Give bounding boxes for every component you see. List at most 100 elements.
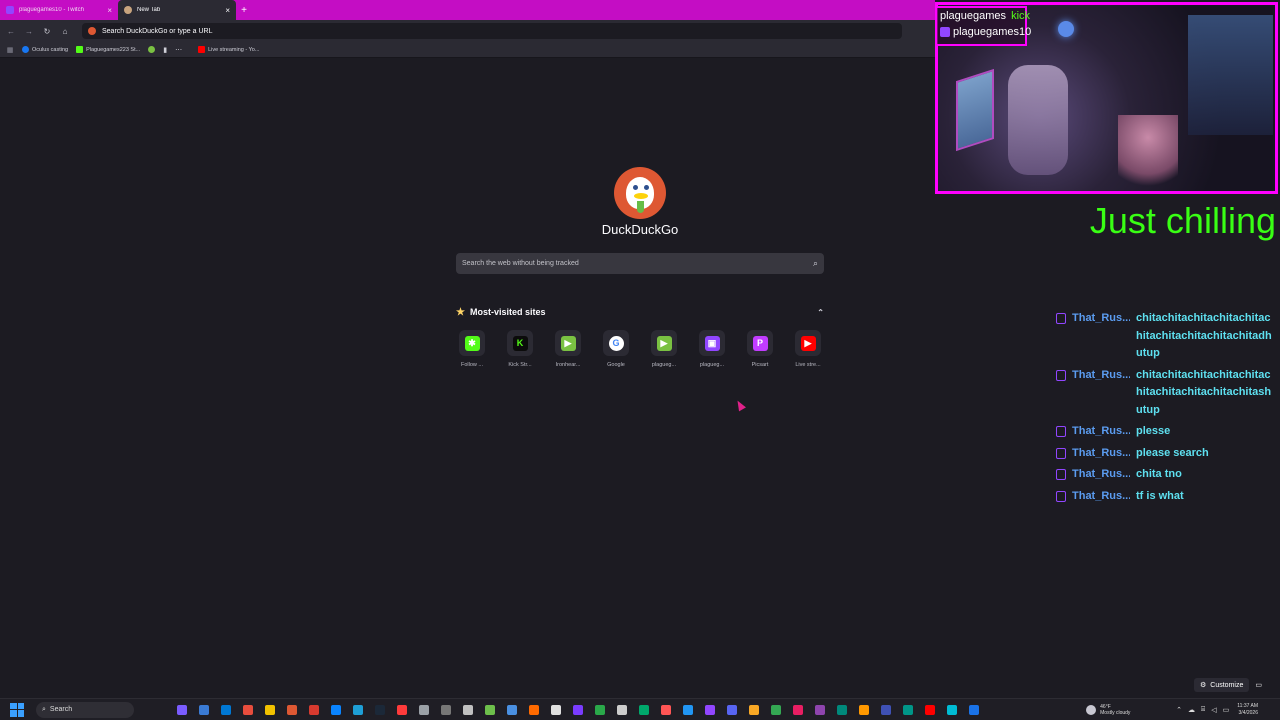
bookmark-kick[interactable]: Plaguegames223 St...	[76, 46, 140, 53]
taskbar-app-icon[interactable]	[878, 703, 894, 717]
site-tile[interactable]: ▶	[651, 330, 677, 356]
taskbar-app-icon[interactable]	[284, 703, 300, 717]
taskbar-app-icon[interactable]	[526, 703, 542, 717]
taskbar-search[interactable]: ⌕ Search	[36, 701, 134, 718]
bookmark-mic[interactable]: ▮	[163, 46, 167, 54]
reload-icon[interactable]: ↻	[40, 24, 54, 38]
forward-arrow-icon[interactable]: →	[22, 24, 36, 38]
stream-status-text: Just chilling	[1089, 200, 1276, 241]
battery-icon[interactable]: ▭	[1223, 706, 1230, 714]
bookmark-more[interactable]: ⋯	[175, 46, 182, 54]
tab-twitch[interactable]: plaguegames10 - Twitch ×	[0, 0, 118, 20]
most-visited-site[interactable]: ✱ Follow ...	[456, 330, 488, 368]
taskbar-app-icon[interactable]	[658, 703, 674, 717]
twitch-icon	[1056, 490, 1066, 502]
customize-label: Customize	[1210, 681, 1244, 689]
taskbar-app-icon[interactable]	[218, 703, 234, 717]
most-visited-site[interactable]: G Google	[600, 330, 632, 368]
most-visited-site[interactable]: ▶ Live stre...	[792, 330, 824, 368]
play-icon	[148, 46, 156, 53]
taskbar-app-icon[interactable]	[262, 703, 278, 717]
weather-desc: Mostly cloudy	[1100, 709, 1131, 716]
bookmark-youtube[interactable]: Live streaming - Yo...	[198, 46, 259, 53]
taskbar-app-icon[interactable]	[790, 703, 806, 717]
twitch-icon	[1056, 469, 1066, 480]
star-icon: ★	[456, 306, 465, 318]
bookmark-play[interactable]	[148, 46, 156, 53]
apps-grid-icon[interactable]: ▦	[6, 46, 14, 54]
taskbar-app-icon[interactable]	[834, 703, 850, 717]
taskbar-app-icon[interactable]	[856, 703, 872, 717]
new-tab-button[interactable]: +	[236, 0, 252, 20]
network-icon[interactable]: ⌸	[1201, 706, 1205, 714]
taskbar-app-icon[interactable]	[614, 703, 630, 717]
most-visited-site[interactable]: ▣ plagueg...	[696, 330, 728, 368]
site-tile[interactable]: G	[603, 330, 629, 356]
taskbar-app-icon[interactable]	[504, 703, 520, 717]
site-label: Google	[607, 362, 625, 368]
chevron-up-icon[interactable]: ⌃	[1176, 706, 1182, 714]
site-tile[interactable]: P	[747, 330, 773, 356]
back-arrow-icon[interactable]: ←	[4, 24, 18, 38]
taskbar-app-icon[interactable]	[416, 703, 432, 717]
search-icon: ⌕	[42, 705, 46, 713]
tab-new-tab[interactable]: New Tab ×	[118, 0, 236, 20]
taskbar-app-icon[interactable]	[768, 703, 784, 717]
taskbar-app-icon[interactable]	[636, 703, 652, 717]
taskbar-app-icon[interactable]	[746, 703, 762, 717]
taskbar-app-icon[interactable]	[174, 703, 190, 717]
site-tile[interactable]: ▶	[555, 330, 581, 356]
taskbar-app-icon[interactable]	[548, 703, 564, 717]
cloud-icon[interactable]: ☁	[1188, 706, 1195, 714]
taskbar-app-icon[interactable]	[460, 703, 476, 717]
taskbar-app-icon[interactable]	[328, 703, 344, 717]
customize-button[interactable]: ⚙ Customize	[1194, 678, 1250, 692]
site-tile[interactable]: ✱	[459, 330, 485, 356]
search-icon[interactable]: ⌕	[813, 258, 818, 269]
taskbar-app-icon[interactable]	[724, 703, 740, 717]
site-tile[interactable]: K	[507, 330, 533, 356]
chat-message: That_Rus... tf is what	[1056, 488, 1276, 506]
close-icon[interactable]: ×	[107, 6, 112, 15]
most-visited-site[interactable]: ▶ plagueg...	[648, 330, 680, 368]
chat-text: tf is what	[1136, 489, 1184, 502]
most-visited-site[interactable]: P Picsart	[744, 330, 776, 368]
taskbar-app-icon[interactable]	[196, 703, 212, 717]
close-icon[interactable]: ×	[225, 6, 230, 15]
taskbar-app-icon[interactable]	[702, 703, 718, 717]
brand-name: DuckDuckGo	[601, 222, 679, 237]
most-visited-site[interactable]: ▶ Ironhear...	[552, 330, 584, 368]
taskbar-app-icon[interactable]	[922, 703, 938, 717]
url-bar[interactable]: Search DuckDuckGo or type a URL	[82, 23, 902, 39]
clock[interactable]: 11:37 AM 3/4/2026	[1237, 703, 1258, 717]
site-tile[interactable]: ▣	[699, 330, 725, 356]
taskbar-app-icon[interactable]	[592, 703, 608, 717]
twitch-favicon-icon	[6, 6, 14, 14]
taskbar-app-icon[interactable]	[482, 703, 498, 717]
taskbar-app-icon[interactable]	[812, 703, 828, 717]
taskbar-app-icon[interactable]	[394, 703, 410, 717]
volume-icon[interactable]: ◁	[1211, 706, 1216, 714]
chat-username: That_Rus...	[1072, 368, 1130, 381]
home-icon[interactable]: ⌂	[58, 24, 72, 38]
weather-widget[interactable]: 46°F Mostly cloudy	[1086, 704, 1156, 716]
taskbar-app-icon[interactable]	[372, 703, 388, 717]
taskbar-app-icon[interactable]	[350, 703, 366, 717]
taskbar-app-icon[interactable]	[680, 703, 696, 717]
taskbar-app-icon[interactable]	[438, 703, 454, 717]
windows-start-icon[interactable]	[10, 702, 24, 717]
taskbar-app-icon[interactable]	[944, 703, 960, 717]
duckduckgo-icon	[88, 27, 96, 35]
bookmark-oculus[interactable]: Oculus casting	[22, 46, 68, 53]
site-tile[interactable]: ▶	[795, 330, 821, 356]
site-label: Kick Str...	[508, 362, 532, 368]
taskbar-app-icon[interactable]	[966, 703, 982, 717]
chevron-up-icon[interactable]: ⌃	[817, 308, 824, 317]
taskbar-app-icon[interactable]	[306, 703, 322, 717]
taskbar-app-icon[interactable]	[570, 703, 586, 717]
taskbar-app-icon[interactable]	[900, 703, 916, 717]
most-visited-site[interactable]: K Kick Str...	[504, 330, 536, 368]
chat-bubble-icon[interactable]: ▭	[1255, 681, 1262, 689]
taskbar-app-icon[interactable]	[240, 703, 256, 717]
web-search-input[interactable]: Search the web without being tracked ⌕	[456, 253, 824, 274]
